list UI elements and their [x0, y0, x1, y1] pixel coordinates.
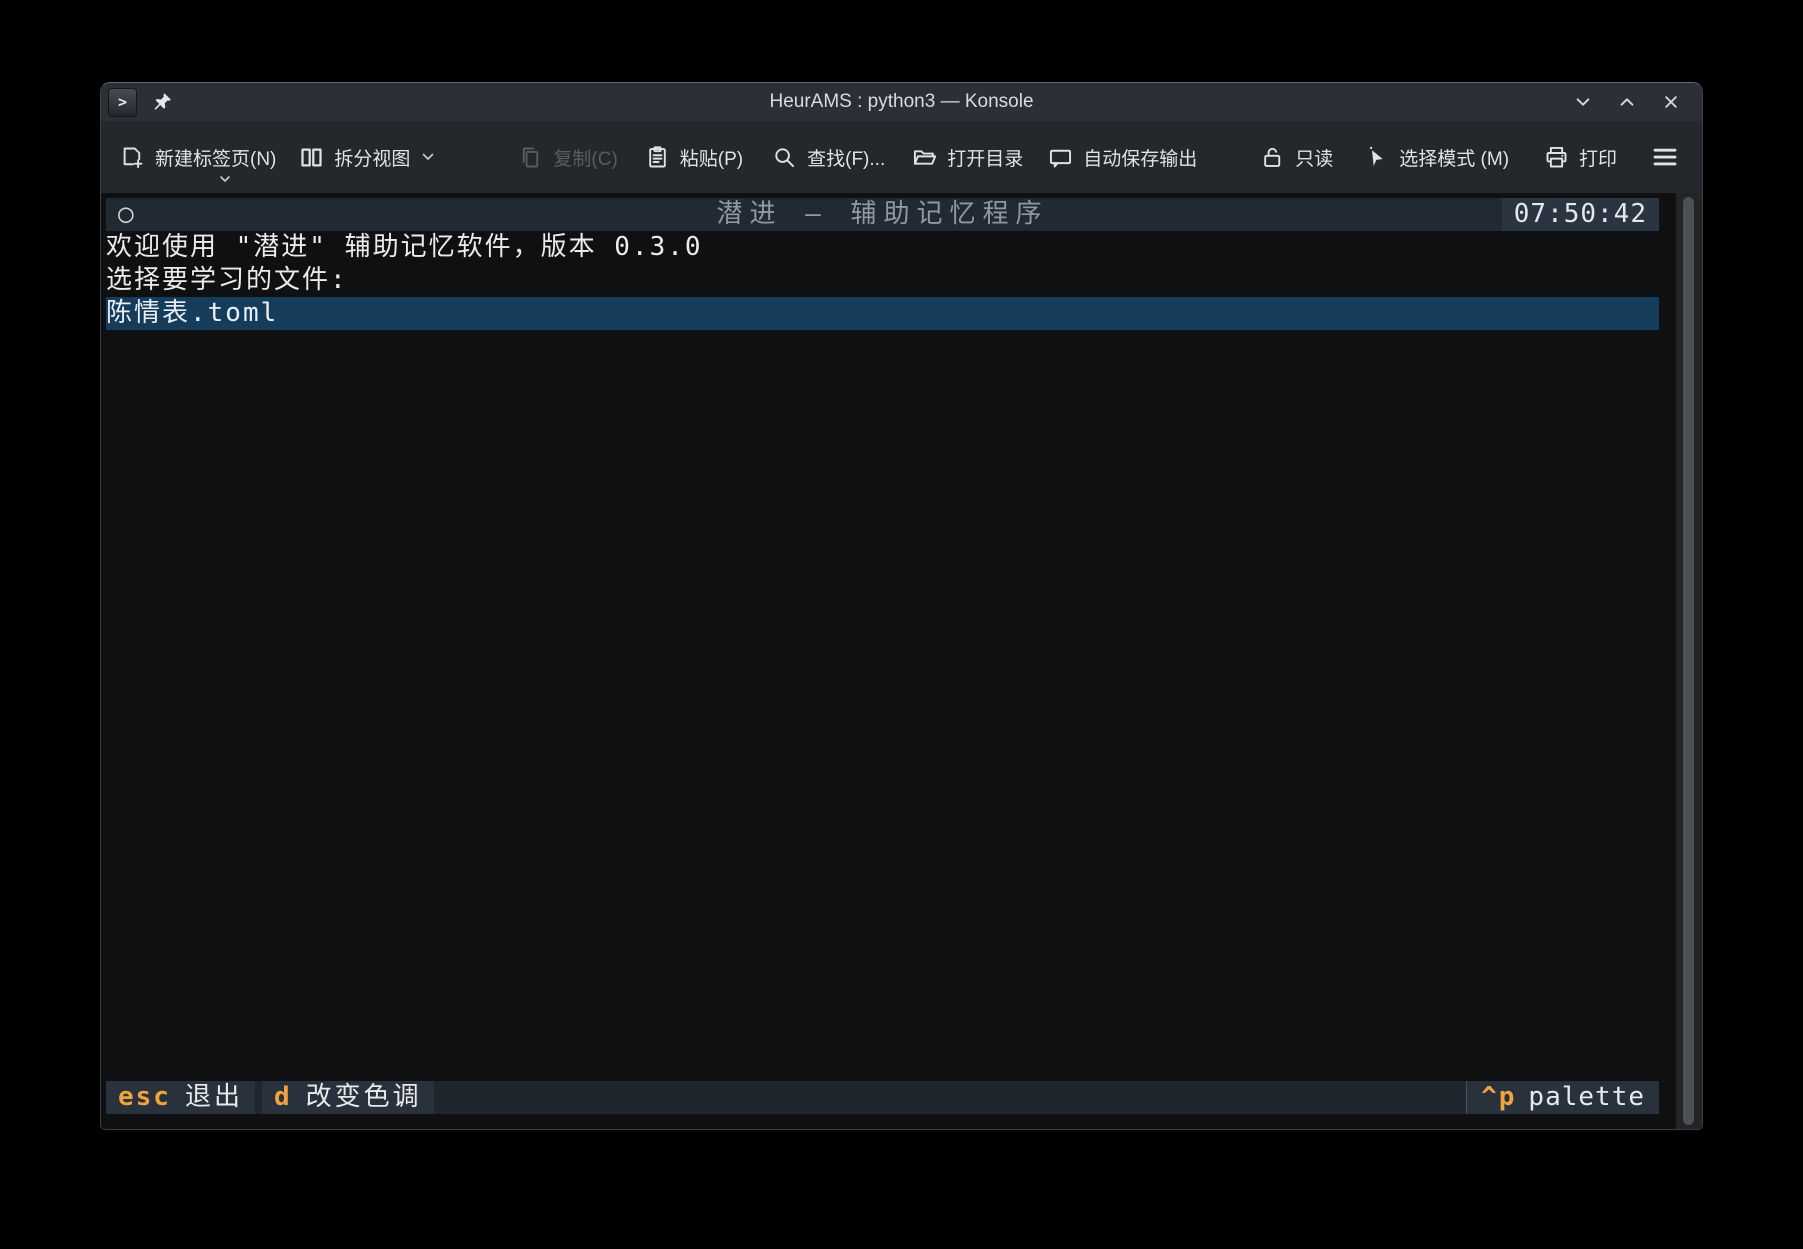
cursor-arrow-icon [1363, 144, 1390, 171]
toolbar-button-read-only[interactable]: 只读 [1259, 144, 1333, 171]
toolbar-label: 拆分视图 [334, 144, 410, 171]
tui-menu-icon[interactable]: ○ [106, 198, 136, 231]
copy-icon [517, 144, 544, 171]
toolbar-label: 选择模式 (M) [1399, 144, 1509, 171]
tui-footer: esc 退出 d 改变色调 ^p palette [106, 1081, 1659, 1114]
terminal-empty-area [106, 330, 1659, 1081]
hamburger-menu-icon [1650, 142, 1680, 172]
toolbar-button-select-mode[interactable]: 选择模式 (M) [1363, 144, 1509, 171]
pin-icon [151, 91, 173, 113]
footer-binding-quit[interactable]: esc 退出 [106, 1081, 255, 1114]
toolbar-button-find[interactable]: 查找(F)... [771, 144, 885, 171]
toolbar-label: 粘贴(P) [680, 144, 743, 171]
printer-icon [1543, 144, 1570, 171]
tui-clock: 07:50:42 [1502, 198, 1659, 231]
key-badge: esc [118, 1081, 171, 1114]
toolbar-label: 只读 [1295, 144, 1333, 171]
toolbar-button-split-view[interactable]: 拆分视图 [298, 144, 437, 171]
toolbar-label: 查找(F)... [807, 144, 885, 171]
hamburger-menu-button[interactable] [1650, 142, 1680, 172]
title-bar[interactable]: > HeurAMS : python3 — Konsole [101, 83, 1702, 121]
scrollbar-track[interactable] [1676, 193, 1702, 1129]
minimize-button[interactable] [1568, 87, 1598, 117]
lock-open-icon [1259, 144, 1286, 171]
toolbar-button-paste[interactable]: 粘贴(P) [644, 144, 743, 171]
terminal-view[interactable]: ○ 潜进 – 辅助记忆程序 07:50:42 欢迎使用 "潜进" 辅助记忆软件，… [101, 193, 1702, 1129]
file-option-selected[interactable]: 陈情表.toml [106, 297, 1659, 330]
key-label: palette [1528, 1081, 1645, 1114]
output-bubble-icon [1047, 144, 1074, 171]
key-badge: d [274, 1081, 292, 1114]
scrollbar-thumb[interactable] [1683, 197, 1694, 1125]
toolbar-button-print[interactable]: 打印 [1543, 144, 1617, 171]
toolbar-label: 自动保存输出 [1083, 144, 1197, 171]
close-button[interactable] [1656, 87, 1686, 117]
konsole-app-icon[interactable]: > [108, 88, 137, 117]
chevron-down-icon [419, 148, 437, 166]
key-badge: ^p [1481, 1081, 1516, 1114]
footer-binding-palette[interactable]: ^p palette [1466, 1081, 1659, 1114]
toolbar-button-copy: 复制(C) [517, 144, 617, 171]
window-title: HeurAMS : python3 — Konsole [101, 91, 1702, 113]
chevron-down-icon [217, 174, 233, 184]
toolbar-button-autosave-output[interactable]: 自动保存输出 [1047, 144, 1197, 171]
maximize-button[interactable] [1612, 87, 1642, 117]
key-label: 退出 [185, 1081, 243, 1114]
terminal-line-prompt: 选择要学习的文件: [106, 264, 1659, 297]
toolbar-label: 复制(C) [553, 144, 617, 171]
key-label: 改变色调 [306, 1081, 422, 1114]
toolbar-button-new-tab[interactable]: 新建标签页(N) [119, 144, 276, 171]
tui-app-title: 潜进 – 辅助记忆程序 [106, 198, 1659, 231]
search-icon [771, 144, 798, 171]
toolbar-label: 打印 [1579, 144, 1617, 171]
toolbar-button-open-directory[interactable]: 打开目录 [911, 144, 1023, 171]
konsole-window: > HeurAMS : python3 — Konsole 新建标签页(N) [100, 82, 1703, 1130]
paste-icon [644, 144, 671, 171]
tab-new-icon [119, 144, 146, 171]
folder-open-icon [911, 144, 938, 171]
toolbar-label: 新建标签页(N) [155, 144, 276, 171]
main-toolbar: 新建标签页(N) 拆分视图 复制(C) 粘贴(P) [101, 121, 1702, 193]
tui-header: ○ 潜进 – 辅助记忆程序 07:50:42 [106, 198, 1659, 231]
toolbar-label: 打开目录 [947, 144, 1023, 171]
footer-binding-theme[interactable]: d 改变色调 [262, 1081, 434, 1114]
terminal-line-welcome: 欢迎使用 "潜进" 辅助记忆软件，版本 0.3.0 [106, 231, 1659, 264]
split-view-icon [298, 144, 325, 171]
